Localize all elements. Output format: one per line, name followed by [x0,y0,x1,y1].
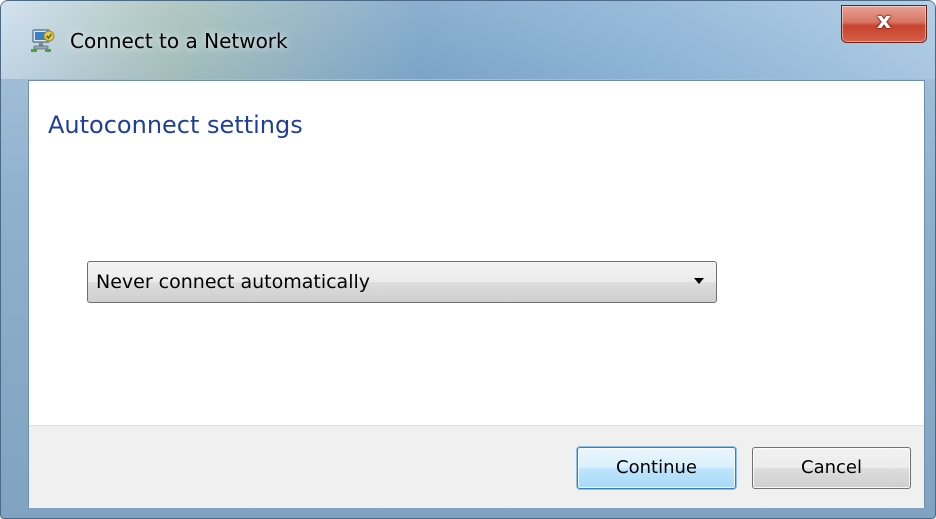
close-button[interactable]: x [841,5,927,43]
title-bar[interactable]: Connect to a Network x [1,1,935,79]
dialog-window: Connect to a Network x Autoconnect setti… [0,0,936,519]
dialog-content: Autoconnect settings Never connect autom… [28,80,925,508]
window-title: Connect to a Network [70,29,288,53]
button-bar: Continue Cancel [29,425,924,508]
chevron-down-icon [694,278,704,284]
continue-button[interactable]: Continue [577,447,736,489]
close-icon: x [876,9,892,34]
dropdown-selected-value: Never connect automatically [96,271,370,293]
network-connection-icon [29,28,55,54]
page-title: Autoconnect settings [48,111,303,139]
autoconnect-dropdown[interactable]: Never connect automatically [87,261,717,303]
cancel-button[interactable]: Cancel [752,447,911,489]
